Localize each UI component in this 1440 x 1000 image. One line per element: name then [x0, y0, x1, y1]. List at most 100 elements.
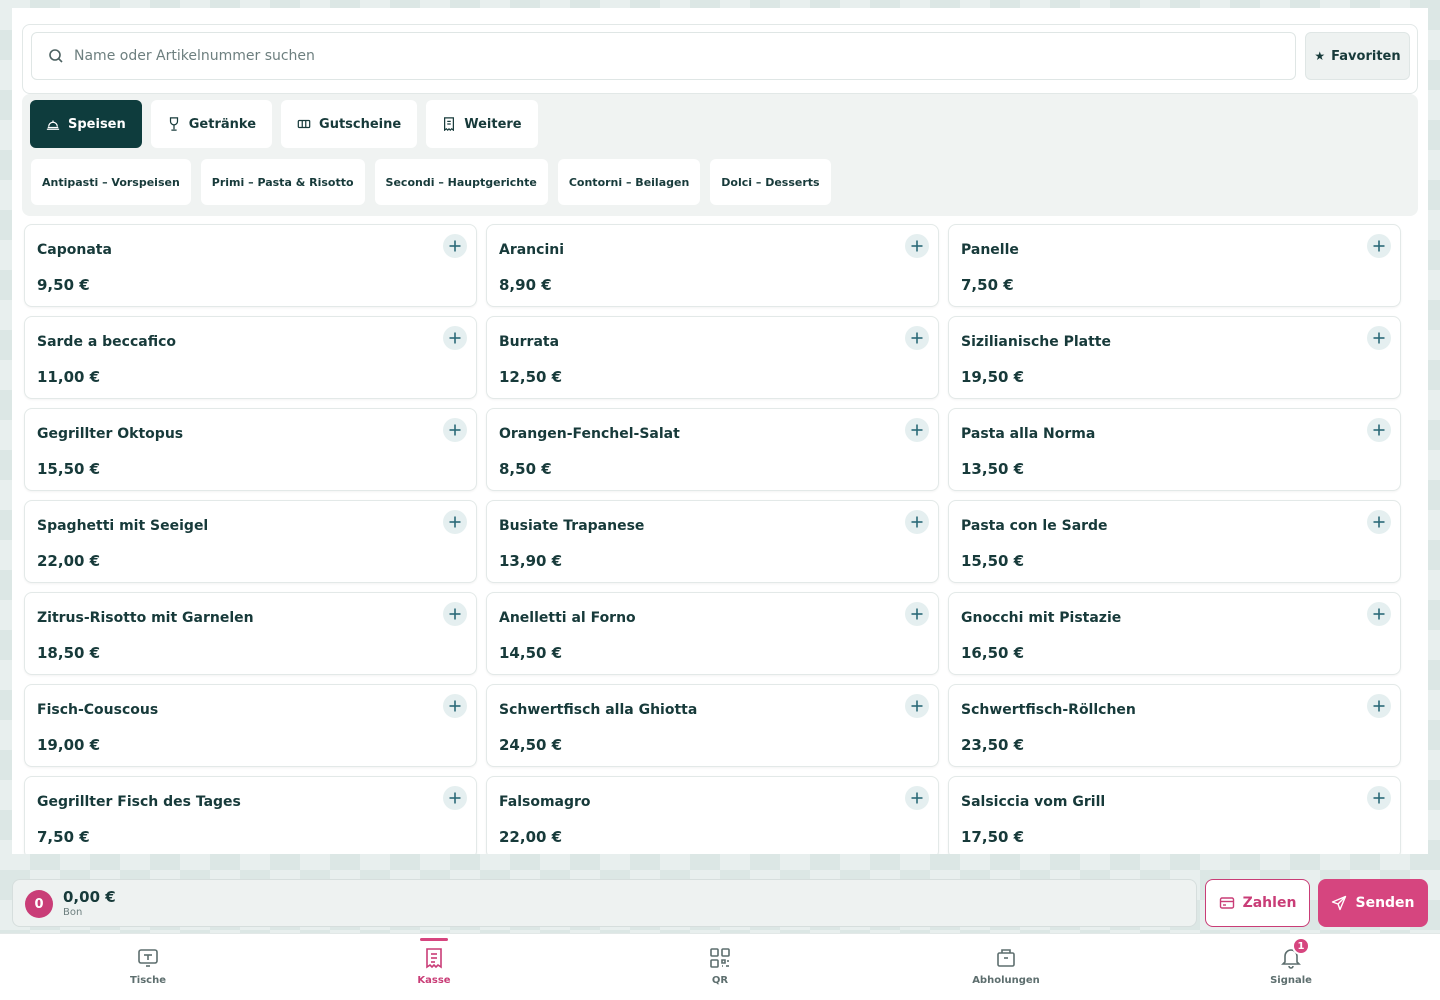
product-price: 22,00 € [499, 828, 563, 846]
receipt-icon [444, 117, 455, 131]
subtab-primi[interactable]: Primi – Pasta & Risotto [200, 159, 365, 205]
nav-item-signale[interactable]: 1 Signale [1231, 934, 1351, 1000]
ticket-icon [297, 119, 311, 129]
product-name: Spaghetti mit Seeigel [37, 518, 209, 534]
product-name: Falsomagro [499, 794, 591, 810]
product-name: Salsiccia vom Grill [961, 794, 1106, 810]
add-to-cart-button[interactable] [443, 234, 467, 258]
search-icon [49, 49, 63, 63]
tab-speisen[interactable]: Speisen [30, 100, 142, 148]
add-to-cart-button[interactable] [1367, 510, 1391, 534]
search-input[interactable] [74, 48, 1254, 64]
credit-card-icon [1219, 897, 1234, 909]
tab-label: Speisen [68, 116, 126, 132]
active-indicator [420, 938, 448, 941]
product-card[interactable]: Schwertfisch-Röllchen 23,50 € [948, 684, 1401, 767]
subtab-secondi[interactable]: Secondi – Hauptgerichte [374, 159, 548, 205]
product-card[interactable]: Sarde a beccafico 11,00 € [24, 316, 477, 399]
product-price: 7,50 € [961, 276, 1014, 294]
add-to-cart-button[interactable] [443, 786, 467, 810]
add-to-cart-button[interactable] [1367, 786, 1391, 810]
plus-icon [911, 792, 923, 804]
plus-icon [1373, 332, 1385, 344]
subtab-contorni[interactable]: Contorni – Beilagen [557, 159, 701, 205]
subtab-antipasti[interactable]: Antipasti – Vorspeisen [31, 159, 191, 205]
product-name: Gegrillter Fisch des Tages [37, 794, 241, 810]
add-to-cart-button[interactable] [905, 694, 929, 718]
product-price: 16,50 € [961, 644, 1025, 662]
add-to-cart-button[interactable] [443, 326, 467, 350]
product-card[interactable]: Spaghetti mit Seeigel 22,00 € [24, 500, 477, 583]
product-price: 12,50 € [499, 368, 563, 386]
product-card[interactable]: Gegrillter Oktopus 15,50 € [24, 408, 477, 491]
main-category-tabs: Speisen Getränke Gutscheine Weitere [30, 100, 538, 148]
cart-summary[interactable]: 0 0,00 € Bon [12, 879, 1197, 927]
add-to-cart-button[interactable] [443, 602, 467, 626]
product-card[interactable]: Falsomagro 22,00 € [486, 776, 939, 854]
product-card[interactable]: Sizilianische Platte 19,50 € [948, 316, 1401, 399]
product-card[interactable]: Salsiccia vom Grill 17,50 € [948, 776, 1401, 854]
nav-item-qr[interactable]: QR [660, 934, 780, 1000]
product-name: Anelletti al Forno [499, 610, 636, 626]
product-price: 19,50 € [961, 368, 1025, 386]
send-label: Senden [1355, 895, 1415, 911]
tab-weitere[interactable]: Weitere [426, 100, 538, 148]
tab-gutscheine[interactable]: Gutscheine [281, 100, 418, 148]
product-price: 15,50 € [37, 460, 101, 478]
product-card[interactable]: Arancini 8,90 € [486, 224, 939, 307]
plus-icon [911, 240, 923, 252]
send-button[interactable]: Senden [1318, 879, 1428, 927]
search-box[interactable] [31, 32, 1296, 80]
add-to-cart-button[interactable] [1367, 694, 1391, 718]
product-card[interactable]: Orangen-Fenchel-Salat 8,50 € [486, 408, 939, 491]
plus-icon [911, 516, 923, 528]
product-card[interactable]: Panelle 7,50 € [948, 224, 1401, 307]
product-card[interactable]: Zitrus-Risotto mit Garnelen 18,50 € [24, 592, 477, 675]
product-card[interactable]: Pasta alla Norma 13,50 € [948, 408, 1401, 491]
product-card[interactable]: Pasta con le Sarde 15,50 € [948, 500, 1401, 583]
nav-item-tische[interactable]: Tische [88, 934, 208, 1000]
product-card[interactable]: Burrata 12,50 € [486, 316, 939, 399]
subtab-dolci[interactable]: Dolci – Desserts [710, 159, 831, 205]
plus-icon [911, 424, 923, 436]
product-card[interactable]: Fisch-Couscous 19,00 € [24, 684, 477, 767]
subcategory-tabs: Antipasti – Vorspeisen Primi – Pasta & R… [31, 159, 831, 205]
add-to-cart-button[interactable] [1367, 234, 1391, 258]
add-to-cart-button[interactable] [1367, 326, 1391, 350]
add-to-cart-button[interactable] [905, 510, 929, 534]
add-to-cart-button[interactable] [905, 786, 929, 810]
nav-item-abholungen[interactable]: Abholungen [946, 934, 1066, 1000]
plus-icon [1373, 608, 1385, 620]
product-card[interactable]: Gnocchi mit Pistazie 16,50 € [948, 592, 1401, 675]
product-price: 14,50 € [499, 644, 563, 662]
add-to-cart-button[interactable] [1367, 602, 1391, 626]
favorites-button[interactable]: ★ Favoriten [1305, 32, 1410, 80]
add-to-cart-button[interactable] [443, 694, 467, 718]
pay-button[interactable]: Zahlen [1205, 879, 1310, 927]
product-name: Pasta con le Sarde [961, 518, 1108, 534]
tab-label: Getränke [188, 116, 257, 132]
add-to-cart-button[interactable] [905, 326, 929, 350]
product-name: Pasta alla Norma [961, 426, 1096, 442]
add-to-cart-button[interactable] [443, 418, 467, 442]
wine-glass-icon [169, 117, 178, 131]
product-card[interactable]: Gegrillter Fisch des Tages 7,50 € [24, 776, 477, 854]
product-card[interactable]: Schwertfisch alla Ghiotta 24,50 € [486, 684, 939, 767]
main-panel: ★ Favoriten Speisen Getränke Gutscheine … [12, 8, 1428, 854]
add-to-cart-button[interactable] [1367, 418, 1391, 442]
nav-item-kasse[interactable]: Kasse [374, 934, 494, 1000]
product-price: 18,50 € [37, 644, 101, 662]
add-to-cart-button[interactable] [905, 418, 929, 442]
tab-label: Gutscheine [319, 116, 402, 132]
add-to-cart-button[interactable] [905, 234, 929, 258]
product-card[interactable]: Anelletti al Forno 14,50 € [486, 592, 939, 675]
product-card[interactable]: Caponata 9,50 € [24, 224, 477, 307]
product-price: 15,50 € [961, 552, 1025, 570]
qr-code-icon [710, 948, 730, 968]
cloche-icon [46, 120, 60, 130]
product-price: 13,50 € [961, 460, 1025, 478]
tab-getraenke[interactable]: Getränke [150, 100, 273, 148]
product-card[interactable]: Busiate Trapanese 13,90 € [486, 500, 939, 583]
add-to-cart-button[interactable] [905, 602, 929, 626]
add-to-cart-button[interactable] [443, 510, 467, 534]
